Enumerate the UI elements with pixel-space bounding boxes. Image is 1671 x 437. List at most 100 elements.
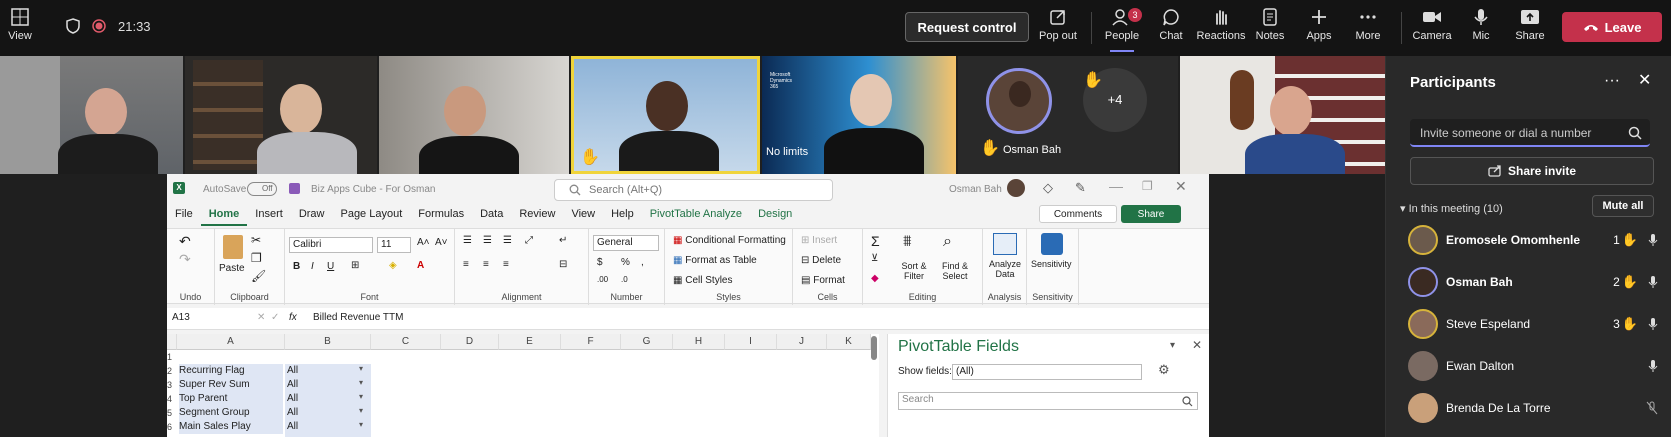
autosave-toggle[interactable]: Off	[247, 182, 277, 196]
gear-icon[interactable]: ⚙	[1158, 362, 1170, 378]
pop-out-button[interactable]: Pop out	[1032, 8, 1084, 42]
more-button[interactable]: More	[1342, 8, 1394, 42]
participant-row[interactable]: Steve Espeland 3 ✋	[1408, 308, 1658, 340]
font-size-select[interactable]: 11	[377, 237, 411, 253]
filter-dropdown-icon[interactable]: ▾	[359, 364, 363, 373]
find-select-icon[interactable]: ⌕	[943, 233, 952, 251]
show-fields-select[interactable]: (All)	[952, 364, 1142, 380]
sort-filter-label[interactable]: Sort & Filter	[897, 261, 931, 281]
notes-button[interactable]: Notes	[1244, 8, 1296, 42]
reactions-button[interactable]: Reactions	[1195, 8, 1247, 42]
column-header[interactable]: B	[285, 334, 371, 350]
video-tile-active-speaker[interactable]: ✋	[571, 56, 760, 174]
currency-icon[interactable]: $	[597, 257, 603, 268]
column-header[interactable]: H	[673, 334, 725, 350]
tab-page-layout[interactable]: Page Layout	[332, 204, 410, 226]
video-tile[interactable]	[0, 56, 183, 174]
close-icon[interactable]: ✕	[1192, 338, 1202, 352]
leave-button[interactable]: Leave	[1562, 12, 1662, 42]
borders-icon[interactable]: ⊞	[351, 260, 359, 271]
save-icon[interactable]	[289, 183, 300, 194]
filter-dropdown-icon[interactable]: ▾	[359, 420, 363, 429]
align-bottom-icon[interactable]: ☰	[503, 235, 512, 246]
conditional-formatting-button[interactable]: ▦ Conditional Formatting	[673, 235, 786, 246]
align-right-icon[interactable]: ≡	[503, 259, 509, 270]
clear-icon[interactable]: ◆	[871, 273, 879, 284]
table-cell[interactable]: All	[287, 392, 298, 406]
more-options-icon[interactable]: ···	[1604, 72, 1620, 90]
comma-icon[interactable]: ,	[641, 257, 644, 268]
number-format-select[interactable]: General	[593, 235, 659, 251]
table-cell[interactable]: Recurring Flag	[179, 364, 283, 378]
copy-icon[interactable]: ❐	[251, 251, 262, 265]
close-icon[interactable]: ✕	[1175, 178, 1187, 195]
fill-color-icon[interactable]: ◈	[389, 260, 397, 271]
tab-design[interactable]: Design	[750, 204, 800, 226]
autosum-icon[interactable]: Σ	[871, 233, 880, 249]
row-header[interactable]: 5	[167, 408, 177, 418]
sensitivity-icon[interactable]	[1041, 233, 1063, 255]
search-box[interactable]: Search (Alt+Q)	[554, 179, 833, 201]
cut-icon[interactable]: ✂	[251, 233, 261, 247]
increase-decimal-icon[interactable]: .00	[597, 275, 608, 284]
fill-icon[interactable]: ⊻	[871, 253, 878, 264]
select-all-corner[interactable]	[167, 334, 177, 350]
insert-function-icon[interactable]: fx	[289, 312, 297, 323]
video-tile[interactable]	[185, 56, 377, 174]
tab-view[interactable]: View	[563, 204, 603, 226]
format-as-table-button[interactable]: ▦ Format as Table	[673, 255, 757, 266]
apps-button[interactable]: Apps	[1293, 8, 1345, 42]
column-header[interactable]: K	[827, 334, 871, 350]
camera-button[interactable]: Camera	[1406, 8, 1458, 42]
decrease-decimal-icon[interactable]: .0	[621, 275, 628, 284]
delete-cells-button[interactable]: ⊟ Delete	[801, 255, 841, 266]
share-invite-button[interactable]: Share invite	[1410, 157, 1654, 185]
undo-icon[interactable]: ↶	[179, 233, 191, 250]
column-header[interactable]: C	[371, 334, 441, 350]
italic-icon[interactable]: I	[311, 261, 314, 272]
table-cell[interactable]: All	[287, 420, 298, 434]
participant-row[interactable]: Brenda De La Torre	[1408, 392, 1658, 424]
request-control-button[interactable]: Request control	[905, 12, 1029, 42]
pen-icon[interactable]: ✎	[1075, 180, 1086, 196]
filter-dropdown-icon[interactable]: ▾	[359, 406, 363, 415]
comments-button[interactable]: Comments	[1039, 205, 1117, 223]
minimize-icon[interactable]: —	[1109, 178, 1123, 194]
invite-input[interactable]: Invite someone or dial a number	[1410, 119, 1650, 147]
font-name-select[interactable]: Calibri	[289, 237, 373, 253]
tab-pivottable-analyze[interactable]: PivotTable Analyze	[642, 204, 750, 226]
tab-home[interactable]: Home	[200, 204, 248, 226]
table-cell[interactable]: All	[287, 364, 298, 378]
shrink-font-icon[interactable]: A˅	[435, 237, 448, 248]
video-tile[interactable]	[1180, 56, 1385, 174]
row-header[interactable]: 4	[167, 394, 177, 404]
redo-icon[interactable]: ↷	[179, 251, 191, 268]
format-cells-button[interactable]: ▤ Format	[801, 275, 845, 286]
participant-row[interactable]: Eromosele Omomhenle 1 ✋	[1408, 224, 1658, 256]
avatar[interactable]	[1007, 179, 1025, 197]
row-header[interactable]: 1	[167, 352, 177, 362]
align-middle-icon[interactable]: ☰	[483, 235, 492, 246]
spreadsheet-grid[interactable]: A B C D E F G H I J K 1 2 3 4 5 6 Recurr…	[167, 334, 879, 437]
wrap-text-icon[interactable]: ↵	[559, 235, 567, 246]
column-header[interactable]: J	[777, 334, 827, 350]
orientation-icon[interactable]: ⤢	[525, 235, 533, 246]
merge-icon[interactable]: ⊟	[559, 259, 567, 270]
font-color-icon[interactable]: A	[417, 260, 424, 271]
column-header[interactable]: G	[621, 334, 673, 350]
filter-dropdown-icon[interactable]: ▾	[359, 378, 363, 387]
column-header[interactable]: A	[177, 334, 285, 350]
mic-button[interactable]: Mic	[1455, 8, 1507, 42]
sort-filter-icon[interactable]: ⩩	[903, 233, 912, 251]
tab-help[interactable]: Help	[603, 204, 642, 226]
excel-share-button[interactable]: Share	[1121, 205, 1181, 223]
tab-review[interactable]: Review	[511, 204, 563, 226]
tab-data[interactable]: Data	[472, 204, 511, 226]
paste-icon[interactable]	[223, 235, 243, 259]
cell-styles-button[interactable]: ▦ Cell Styles	[673, 275, 732, 286]
cancel-icon[interactable]: ✕	[257, 312, 265, 323]
filter-dropdown-icon[interactable]: ▾	[359, 392, 363, 401]
enter-icon[interactable]: ✓	[271, 312, 279, 323]
in-meeting-header[interactable]: ▾ In this meeting (10)	[1400, 202, 1503, 215]
mute-all-button[interactable]: Mute all	[1592, 195, 1654, 217]
